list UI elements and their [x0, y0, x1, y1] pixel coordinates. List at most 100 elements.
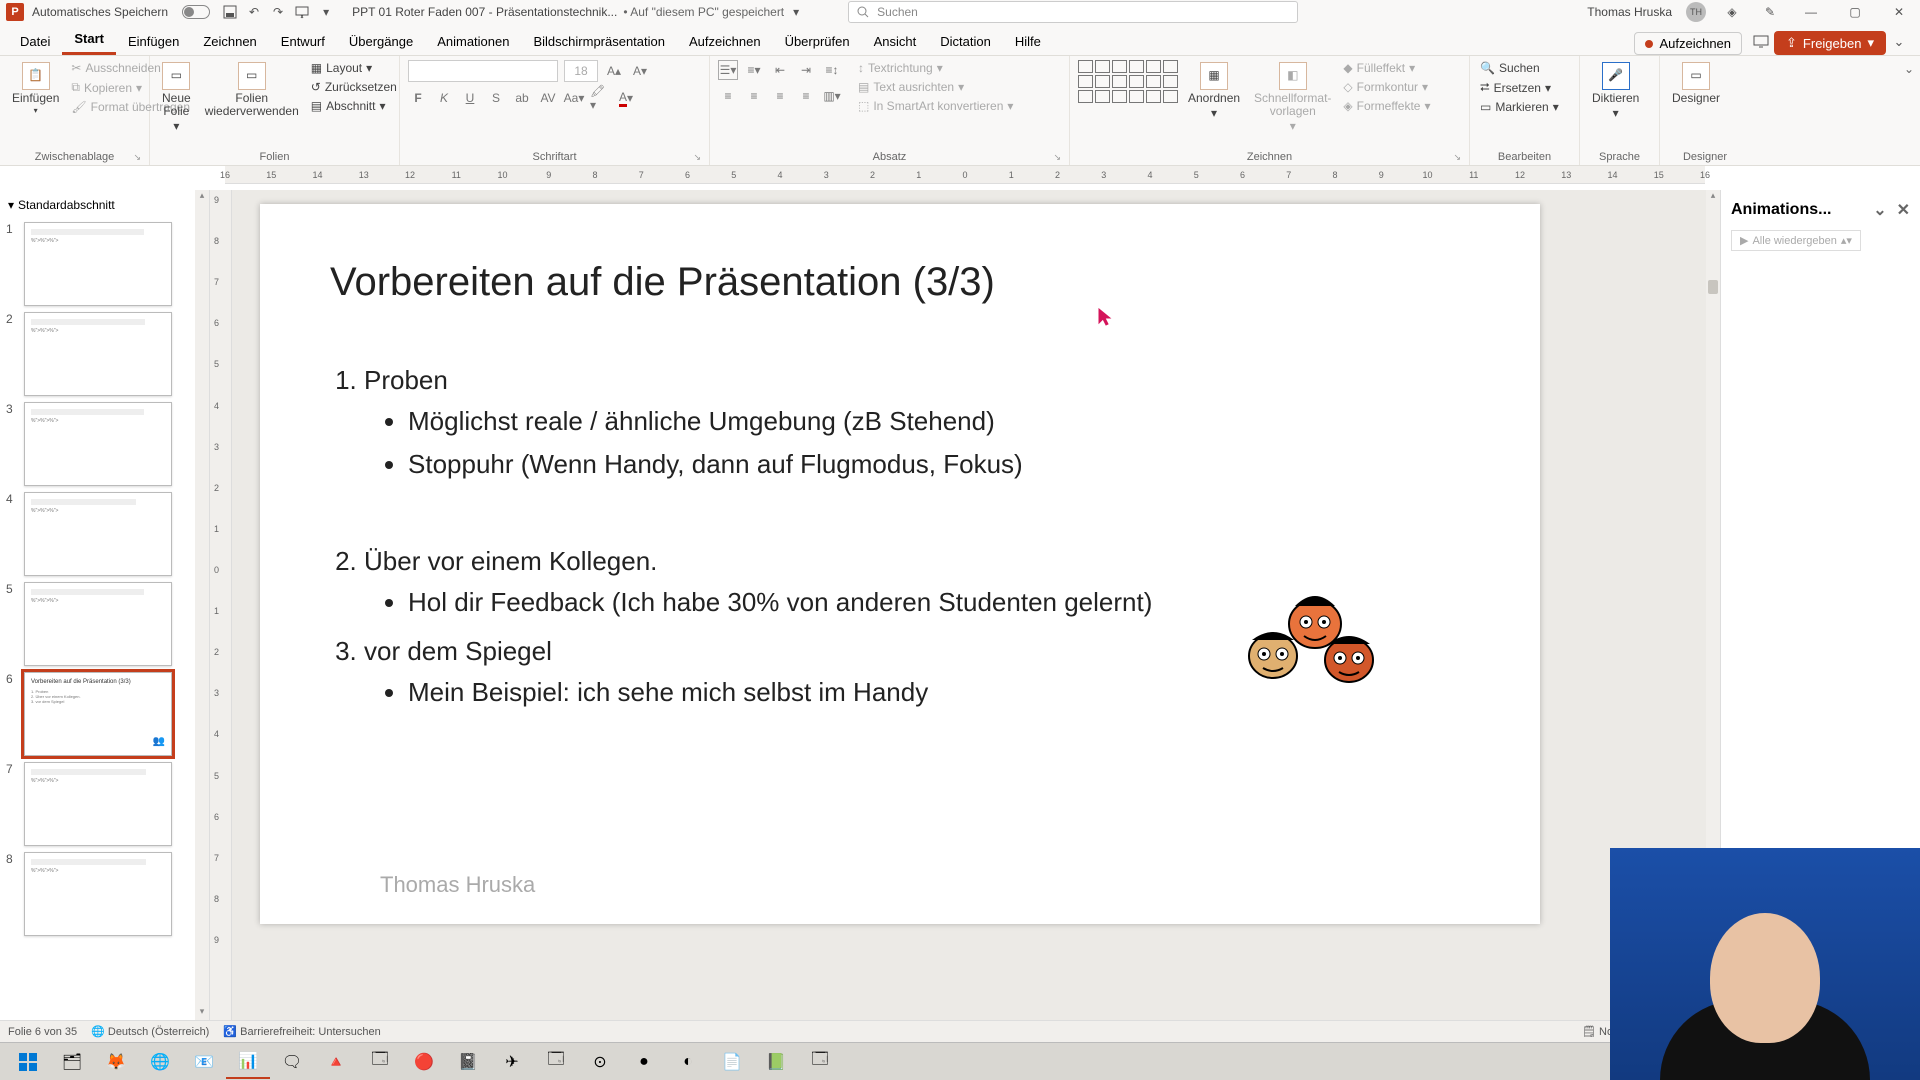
language-status[interactable]: 🌐 Deutsch (Österreich) [91, 1025, 209, 1038]
slide-thumbnail-5[interactable]: 5%">%">%"> [6, 582, 207, 666]
tab-uebergaenge[interactable]: Übergänge [337, 28, 425, 55]
spacing-icon[interactable]: AV [538, 88, 558, 108]
taskbar-chrome-icon[interactable]: 🌐 [138, 1045, 182, 1079]
indent-increase-icon[interactable]: ⇥ [796, 60, 816, 80]
ribbon-options-icon[interactable]: ⌄ [1904, 62, 1914, 76]
tab-hilfe[interactable]: Hilfe [1003, 28, 1053, 55]
highlight-icon[interactable]: 🖍▾ [590, 88, 610, 108]
coming-soon-icon[interactable]: ✎ [1760, 2, 1780, 22]
tab-ansicht[interactable]: Ansicht [862, 28, 929, 55]
taskbar-app-icon[interactable]: ● [622, 1045, 666, 1079]
section-button[interactable]: ▤ Abschnitt ▾ [309, 98, 399, 114]
taskbar-app-icon[interactable]: 🗔 [798, 1045, 842, 1079]
launcher-icon[interactable]: ↘ [693, 152, 701, 163]
tab-datei[interactable]: Datei [8, 28, 62, 55]
select-button[interactable]: ▭ Markieren ▾ [1478, 99, 1561, 115]
taskbar-excel-icon[interactable]: 📗 [754, 1045, 798, 1079]
indent-decrease-icon[interactable]: ⇤ [770, 60, 790, 80]
scroll-up-icon[interactable]: ▴ [195, 190, 209, 204]
font-size-input[interactable]: 18 [564, 60, 598, 82]
taskbar-onenote-icon[interactable]: 📓 [446, 1045, 490, 1079]
launcher-icon[interactable]: ↘ [1453, 152, 1461, 163]
tab-ueberpruefen[interactable]: Überprüfen [773, 28, 862, 55]
line-spacing-icon[interactable]: ≡↕ [822, 60, 842, 80]
taskbar-telegram-icon[interactable]: ✈ [490, 1045, 534, 1079]
align-left-icon[interactable]: ≡ [718, 86, 738, 106]
new-slide-button[interactable]: ▭ Neue Folie▾ [158, 60, 195, 136]
play-all-button[interactable]: ▶ Alle wiedergeben ▴▾ [1731, 230, 1861, 251]
section-header[interactable]: ▾Standardabschnitt [6, 194, 207, 216]
slide-thumbnail-4[interactable]: 4%">%">%"> [6, 492, 207, 576]
shapes-gallery[interactable] [1078, 60, 1178, 103]
launcher-icon[interactable]: ↘ [1053, 152, 1061, 163]
tab-start[interactable]: Start [62, 25, 116, 55]
undo-icon[interactable]: ↶ [244, 2, 264, 22]
slide-thumbnail-6[interactable]: 6Vorbereiten auf die Präsentation (3/3)1… [6, 672, 207, 756]
taskbar-powerpoint-icon[interactable]: 📊 [226, 1045, 270, 1079]
quick-styles-button[interactable]: ◧ Schnellformat- vorlagen▾ [1250, 60, 1335, 136]
tab-einfuegen[interactable]: Einfügen [116, 28, 191, 55]
maximize-button[interactable]: ▢ [1840, 2, 1870, 22]
diamond-icon[interactable]: ◈ [1722, 2, 1742, 22]
slide-thumbnails-panel[interactable]: ▾Standardabschnitt 1%">%">%">2%">%">%">3… [0, 190, 210, 1020]
search-input[interactable]: Suchen [848, 1, 1298, 23]
accessibility-status[interactable]: ♿ Barrierefreiheit: Untersuchen [223, 1025, 380, 1038]
taskbar-app-icon[interactable]: 🗨 [270, 1045, 314, 1079]
slide-thumbnail-3[interactable]: 3%">%">%"> [6, 402, 207, 486]
tab-bildschirmpraesentation[interactable]: Bildschirmpräsentation [521, 28, 677, 55]
reuse-slides-button[interactable]: ▭ Folien wiederverwenden [201, 60, 303, 120]
taskbar-app-icon[interactable]: ⊙ [578, 1045, 622, 1079]
slide-canvas[interactable]: Vorbereiten auf die Präsentation (3/3) P… [260, 204, 1540, 924]
slide-thumbnail-7[interactable]: 7%">%">%"> [6, 762, 207, 846]
taskbar-firefox-icon[interactable]: 🦊 [94, 1045, 138, 1079]
autosave-toggle[interactable] [182, 5, 210, 19]
bullets-icon[interactable]: ☰▾ [718, 60, 738, 80]
grow-font-icon[interactable]: A▴ [604, 61, 624, 81]
justify-icon[interactable]: ≡ [796, 86, 816, 106]
numbering-icon[interactable]: ≡▾ [744, 60, 764, 80]
launcher-icon[interactable]: ↘ [133, 152, 141, 163]
align-center-icon[interactable]: ≡ [744, 86, 764, 106]
title-dropdown-icon[interactable]: ▾ [786, 2, 806, 22]
taskbar-app-icon[interactable]: 🗔 [358, 1045, 402, 1079]
present-mode-icon[interactable] [1748, 29, 1774, 55]
scrollbar-handle[interactable] [1708, 280, 1718, 294]
slide-thumbnail-8[interactable]: 8%">%">%"> [6, 852, 207, 936]
save-icon[interactable] [220, 2, 240, 22]
ruler-horizontal[interactable]: 1615141312111098765432101234567891011121… [225, 166, 1705, 184]
slide-position[interactable]: Folie 6 von 35 [8, 1026, 77, 1038]
taskbar-word-icon[interactable]: 📄 [710, 1045, 754, 1079]
font-color-icon[interactable]: A▾ [616, 88, 636, 108]
case-icon[interactable]: Aa▾ [564, 88, 584, 108]
align-text-button[interactable]: ▤ Text ausrichten ▾ [856, 79, 1015, 95]
shadow-icon[interactable]: ab [512, 88, 532, 108]
taskbar-app-icon[interactable]: 🗔 [534, 1045, 578, 1079]
chevron-down-icon[interactable]: ⌄ [1873, 200, 1886, 220]
redo-icon[interactable]: ↷ [268, 2, 288, 22]
shrink-font-icon[interactable]: A▾ [630, 61, 650, 81]
dictate-button[interactable]: 🎤 Diktieren▾ [1588, 60, 1643, 122]
thumbs-scrollbar[interactable]: ▴ ▾ [195, 190, 209, 1020]
layout-button[interactable]: ▦ Layout ▾ [309, 60, 399, 76]
scroll-down-icon[interactable]: ▾ [195, 1006, 209, 1020]
text-direction-button[interactable]: ↕ Textrichtung ▾ [856, 60, 1015, 76]
reset-button[interactable]: ↺ Zurücksetzen [309, 79, 399, 95]
scroll-up-icon[interactable]: ▴ [1706, 190, 1720, 204]
tab-zeichnen[interactable]: Zeichnen [191, 28, 268, 55]
replace-button[interactable]: ⮂ Ersetzen ▾ [1478, 79, 1561, 96]
minimize-button[interactable]: — [1796, 2, 1826, 22]
quickaccess-more-icon[interactable]: ▾ [316, 2, 336, 22]
tab-animationen[interactable]: Animationen [425, 28, 521, 55]
ruler-vertical[interactable]: 9876543210123456789 [210, 190, 232, 1020]
smartart-button[interactable]: ⬚ In SmartArt konvertieren ▾ [856, 98, 1015, 114]
close-button[interactable]: ✕ [1884, 2, 1914, 22]
italic-icon[interactable]: K [434, 88, 454, 108]
share-button[interactable]: ⇪Freigeben▾ [1774, 31, 1886, 55]
tab-entwurf[interactable]: Entwurf [269, 28, 337, 55]
taskbar-app-icon[interactable]: 🔴 [402, 1045, 446, 1079]
account-name[interactable]: Thomas Hruska [1587, 5, 1672, 19]
slide-thumbnail-1[interactable]: 1%">%">%"> [6, 222, 207, 306]
slideshow-start-icon[interactable] [292, 2, 312, 22]
taskbar-app-icon[interactable]: ◐ [666, 1045, 710, 1079]
underline-icon[interactable]: U [460, 88, 480, 108]
